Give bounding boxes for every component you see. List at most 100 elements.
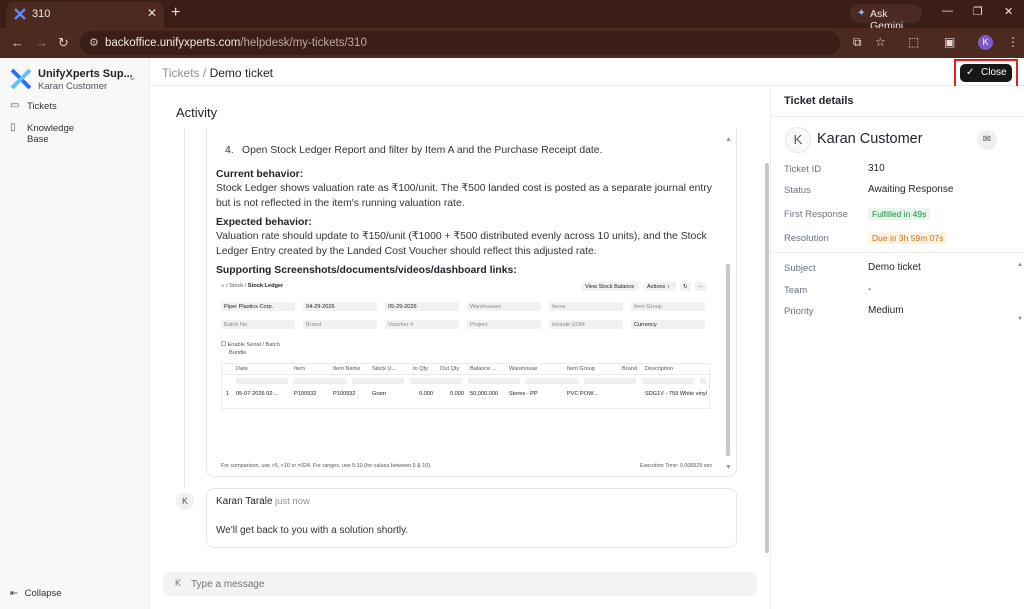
- filter-to-date: 05-29-2026: [385, 302, 459, 311]
- field-subject[interactable]: Subject Demo ticket: [784, 261, 1014, 277]
- close-tab-icon[interactable]: ✕: [147, 6, 157, 20]
- restore-icon[interactable]: ❐: [973, 5, 983, 18]
- ticket-icon: ▭: [10, 100, 20, 111]
- site-info-icon[interactable]: ⚙: [89, 36, 99, 49]
- comment-message: We'll get back to you with a solution sh…: [216, 525, 409, 536]
- scroll-up-icon[interactable]: ▲: [725, 136, 732, 143]
- breadcrumb-tickets[interactable]: Tickets: [162, 66, 200, 80]
- expected-behavior-heading: Expected behavior:: [216, 217, 312, 228]
- install-app-icon[interactable]: ⧉: [853, 35, 862, 50]
- refresh-icon: ↻: [680, 282, 691, 291]
- filter-include-uom: Include UOM: [549, 320, 623, 329]
- status-value[interactable]: Awaiting Response: [868, 184, 953, 195]
- message-composer[interactable]: K: [163, 572, 757, 596]
- browser-toolbar: ← → ↻ ⚙ backoffice.unifyxperts.com/helpd…: [0, 28, 1024, 58]
- profile-avatar[interactable]: K: [978, 35, 993, 50]
- filter-batch-no: Batch No: [221, 320, 295, 329]
- side-panel-icon[interactable]: ▣: [944, 35, 955, 49]
- collapse-icon: ⇤: [10, 588, 18, 599]
- filter-items: Items: [549, 302, 623, 311]
- filter-project: Project: [467, 320, 541, 329]
- breadcrumb-current: Demo ticket: [209, 66, 273, 80]
- links-heading: Supporting Screenshots/documents/videos/…: [216, 265, 517, 276]
- close-ticket-button[interactable]: ✓ Close: [960, 64, 1012, 82]
- breadcrumb: Tickets / Demo ticket: [162, 66, 273, 80]
- shot-footer-time: Execution Time: 0.006529 sec: [640, 463, 713, 469]
- forward-icon[interactable]: →: [35, 35, 48, 50]
- close-label: Close: [981, 67, 1007, 78]
- customer-name: Karan Customer: [817, 131, 923, 147]
- chevron-down-icon[interactable]: ⌄: [128, 72, 136, 83]
- description-card[interactable]: 4. Open Stock Ledger Report and filter b…: [206, 128, 737, 477]
- bookmark-star-icon[interactable]: ☆: [875, 35, 886, 49]
- workspace-name[interactable]: UnifyXperts Sup...: [38, 68, 133, 80]
- filter-voucher: Voucher #: [385, 320, 459, 329]
- step-number: 4.: [225, 145, 234, 156]
- table-row: 1 05-07-2026 02:... P100932 P100932 Gram…: [226, 391, 707, 397]
- field-first-response: First Response Fulfilled in 49s: [784, 207, 1014, 223]
- expected-behavior-text: Valuation rate should update to ₹150/uni…: [216, 231, 707, 257]
- scroll-down-icon[interactable]: ▼: [725, 464, 732, 471]
- scroll-down-icon[interactable]: ▼: [1017, 316, 1023, 322]
- ledger-table: Date Item Item Name Stock U... In Qty Ou…: [221, 363, 711, 409]
- ask-gemini-button[interactable]: ✦ Ask Gemini: [850, 4, 922, 32]
- filter-item-group: Item Group: [631, 302, 705, 311]
- comment-dot: ·: [267, 496, 271, 507]
- scroll-thumb[interactable]: [726, 264, 730, 456]
- collapse-button[interactable]: ⇤ Collapse: [10, 588, 62, 599]
- field-status[interactable]: Status Awaiting Response: [784, 183, 1014, 199]
- filter-currency: Currency: [631, 320, 705, 329]
- home-icon: ⌂: [221, 283, 225, 289]
- serial-batch-checkbox: Enable Serial / Batch Bundle: [221, 341, 280, 357]
- extensions-icon[interactable]: ⬚: [908, 35, 919, 49]
- new-tab-button[interactable]: +: [171, 4, 180, 22]
- gemini-sparkle-icon: ✦: [857, 7, 866, 19]
- collapse-label: Collapse: [24, 588, 62, 599]
- mail-icon[interactable]: ✉: [977, 130, 997, 150]
- table-header: Date Item Item Name Stock U... In Qty Ou…: [222, 364, 711, 375]
- embedded-screenshot[interactable]: ⌂ / Stock / Stock Ledger View Stock Bala…: [216, 279, 713, 409]
- team-value[interactable]: -: [868, 284, 871, 295]
- sidebar-item-label: Tickets: [27, 101, 57, 112]
- ticket-details-title: Ticket details: [784, 95, 854, 107]
- reload-icon[interactable]: ↻: [58, 35, 69, 51]
- address-bar[interactable]: ⚙ backoffice.unifyxperts.com/helpdesk/my…: [80, 31, 840, 55]
- browser-tab[interactable]: 310 ✕: [6, 2, 164, 28]
- field-resolution: Resolution Due in 3h 59m 07s: [784, 231, 1014, 247]
- check-icon: ✓: [966, 67, 975, 78]
- more-icon: ···: [695, 282, 706, 291]
- scroll-thumb[interactable]: [765, 163, 769, 553]
- main-content: Tickets / Demo ticket ✓ Close Activity 4…: [150, 58, 1024, 609]
- comment-card: Karan Tarale · just now We'll get back t…: [206, 488, 737, 548]
- field-ticket-id: Ticket ID 310: [784, 163, 885, 175]
- window-close-icon[interactable]: ✕: [1004, 5, 1013, 18]
- book-icon: ▯: [10, 122, 16, 133]
- subject-value[interactable]: Demo ticket: [868, 262, 921, 273]
- field-priority[interactable]: Priority Medium: [784, 304, 1014, 320]
- timeline-line: [184, 128, 185, 488]
- workspace-user: Karan Customer: [38, 81, 108, 92]
- minimize-icon[interactable]: —: [942, 5, 953, 17]
- filter-from-date: 04-29-2026: [303, 302, 377, 311]
- priority-value[interactable]: Medium: [868, 305, 904, 316]
- shot-footer-hint: For comparison, use >5, <10 or =324. For…: [221, 463, 432, 469]
- sidebar: UnifyXperts Sup... Karan Customer ⌄ ▭ Ti…: [0, 58, 150, 609]
- menu-kebab-icon[interactable]: ⋮: [1007, 35, 1019, 49]
- customer-avatar: K: [785, 127, 811, 153]
- message-input[interactable]: [191, 575, 731, 593]
- breadcrumb-separator: /: [202, 66, 207, 80]
- divider: [771, 252, 1024, 253]
- field-team[interactable]: Team -: [784, 283, 1014, 299]
- description-scrollbar[interactable]: ▲ ▼: [725, 136, 732, 471]
- filter-row: [236, 378, 706, 384]
- filter-warehouses: Warehouses: [467, 302, 541, 311]
- current-behavior-heading: Current behavior:: [216, 169, 304, 180]
- scroll-up-icon[interactable]: ▲: [1017, 262, 1023, 268]
- composer-avatar: K: [175, 578, 182, 588]
- checkbox-icon: [221, 341, 226, 346]
- first-response-badge: Fulfilled in 49s: [868, 208, 931, 220]
- page-header: Tickets / Demo ticket: [150, 58, 1024, 86]
- url-text: backoffice.unifyxperts.com/helpdesk/my-t…: [105, 37, 367, 49]
- back-icon[interactable]: ←: [11, 35, 24, 50]
- comment-author: Karan Tarale: [216, 496, 273, 507]
